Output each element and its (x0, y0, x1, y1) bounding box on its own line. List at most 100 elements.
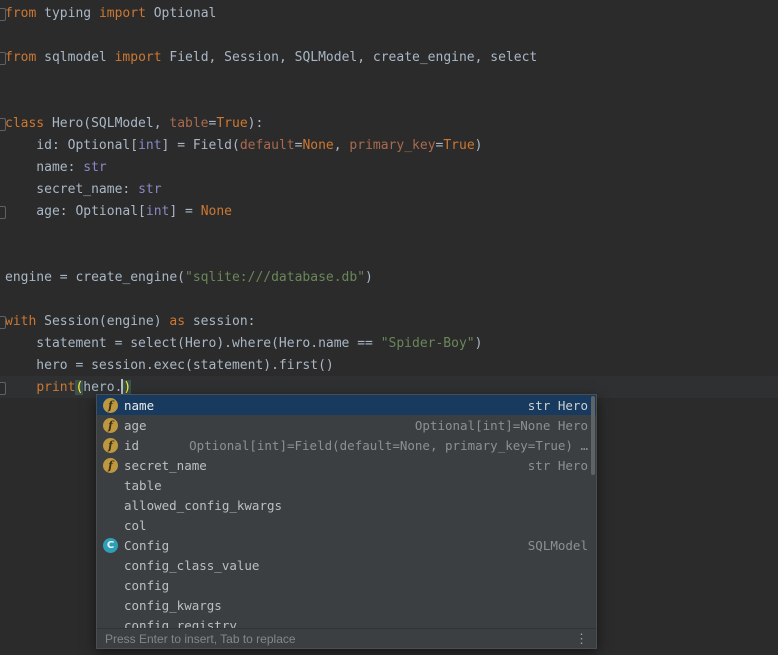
completion-item[interactable]: fage Optional[int]=None Hero (97, 415, 596, 435)
completion-label: config_kwargs (124, 598, 222, 613)
code-token: sqlmodel (36, 50, 114, 65)
completion-item[interactable]: C Config SQLModel (97, 535, 596, 555)
completion-label: table (124, 478, 162, 493)
completion-item[interactable]: allowed_config_kwargs (97, 495, 596, 515)
code-editor[interactable]: from typing import Optionalfrom sqlmodel… (0, 0, 778, 655)
code-line[interactable]: from typing import Optional (5, 3, 537, 25)
completion-label: name (124, 398, 154, 413)
completion-label: config (124, 578, 169, 593)
code-token: from (5, 6, 36, 21)
gutter-icon[interactable] (0, 118, 6, 131)
code-token: class (5, 116, 44, 131)
code-token: str (138, 182, 161, 197)
code-token: "sqlite:///database.db" (185, 270, 365, 285)
completion-item[interactable]: fname str Hero (97, 395, 596, 415)
code-line[interactable]: engine = create_engine("sqlite:///databa… (5, 267, 537, 289)
code-line[interactable] (5, 245, 537, 267)
code-token: int (138, 138, 161, 153)
code-token: int (146, 204, 169, 219)
code-token: None (302, 138, 333, 153)
field-icon: f (103, 418, 118, 433)
code-token: True (216, 116, 247, 131)
completion-type-hint: Optional[int]=None Hero (405, 418, 588, 433)
gutter-icon[interactable] (0, 206, 6, 219)
code-token: import (115, 50, 162, 65)
code-token: ): (248, 116, 264, 131)
completion-item[interactable]: fidOptional[int]=Field(default=None, pri… (97, 435, 596, 455)
completion-item[interactable]: fsecret_namestr Hero (97, 455, 596, 475)
completion-item[interactable]: config (97, 575, 596, 595)
completion-list: fnamestr HerofageOptional[int]=None Hero… (97, 395, 596, 628)
code-area: from typing import Optionalfrom sqlmodel… (5, 3, 537, 399)
completion-type-hint: str Hero (518, 458, 588, 473)
gutter-icon[interactable] (0, 8, 6, 21)
completion-item[interactable]: col (97, 515, 596, 535)
completion-type-hint: str Hero (518, 398, 588, 413)
code-line[interactable]: secret_name: str (5, 179, 537, 201)
code-token: hero = session.exec(statement).first() (5, 358, 334, 373)
code-line[interactable] (5, 289, 537, 311)
completion-item[interactable]: config_kwargs (97, 595, 596, 615)
code-line[interactable]: name: str (5, 157, 537, 179)
code-token: as (169, 314, 185, 329)
code-token: hero. (83, 380, 122, 395)
code-token: table (169, 116, 208, 131)
field-icon: f (103, 458, 118, 473)
completion-label: allowed_config_kwargs (124, 498, 282, 513)
completion-label: age (124, 418, 147, 433)
completion-item[interactable]: table (97, 475, 596, 495)
code-token (5, 380, 36, 395)
more-options-icon[interactable]: ⋮ (575, 631, 588, 647)
code-line[interactable] (5, 69, 537, 91)
code-token: engine = create_engine( (5, 270, 185, 285)
code-token: name: (5, 160, 83, 175)
code-line[interactable] (5, 25, 537, 47)
code-token: Hero(SQLModel, (44, 116, 169, 131)
code-line[interactable]: class Hero(SQLModel, table=True): (5, 113, 537, 135)
field-icon: f (103, 398, 118, 413)
code-token: , (334, 138, 350, 153)
completion-popup: fnamestr HerofageOptional[int]=None Hero… (96, 394, 597, 649)
code-token: True (443, 138, 474, 153)
code-token: Optional (146, 6, 216, 21)
gutter-icon[interactable] (0, 316, 6, 329)
code-token: Session(engine) (36, 314, 169, 329)
code-line[interactable]: hero = session.exec(statement).first() (5, 355, 537, 377)
code-token: with (5, 314, 36, 329)
code-line[interactable]: age: Optional[int] = None (5, 201, 537, 223)
code-token: id: Optional[ (5, 138, 138, 153)
code-token: from (5, 50, 36, 65)
class-icon: C (103, 538, 118, 553)
code-token: print (36, 380, 75, 395)
gutter-icon[interactable] (0, 382, 6, 395)
code-line[interactable]: statement = select(Hero).where(Hero.name… (5, 333, 537, 355)
gutter-icon[interactable] (0, 52, 6, 65)
code-token: ] = (169, 204, 200, 219)
code-line[interactable] (5, 91, 537, 113)
completion-label: col (124, 518, 147, 533)
code-token: ) (365, 270, 373, 285)
completion-label: config_class_value (124, 558, 259, 573)
code-line[interactable]: id: Optional[int] = Field(default=None, … (5, 135, 537, 157)
code-token: ) (123, 380, 131, 395)
code-line[interactable]: with Session(engine) as session: (5, 311, 537, 333)
code-token: "Spider-Boy" (381, 336, 475, 351)
completion-item[interactable]: config_class_value (97, 555, 596, 575)
completion-label: Config (124, 538, 169, 553)
code-token: statement = select(Hero).where(Hero.name… (5, 336, 381, 351)
code-token: ) (475, 336, 483, 351)
code-token: primary_key (349, 138, 435, 153)
completion-item[interactable]: config_registry (97, 615, 596, 628)
code-token: default (240, 138, 295, 153)
code-line[interactable]: from sqlmodel import Field, Session, SQL… (5, 47, 537, 69)
completion-label: config_registry (124, 618, 237, 629)
completion-label: id (124, 438, 139, 453)
code-token: import (99, 6, 146, 21)
code-token: age: Optional[ (5, 204, 146, 219)
completion-hint-text: Press Enter to insert, Tab to replace (105, 632, 296, 646)
code-line[interactable] (5, 223, 537, 245)
scrollbar-thumb[interactable] (591, 396, 595, 475)
code-token: session: (185, 314, 255, 329)
code-token: typing (36, 6, 99, 21)
completion-type-hint: SQLModel (518, 538, 588, 553)
